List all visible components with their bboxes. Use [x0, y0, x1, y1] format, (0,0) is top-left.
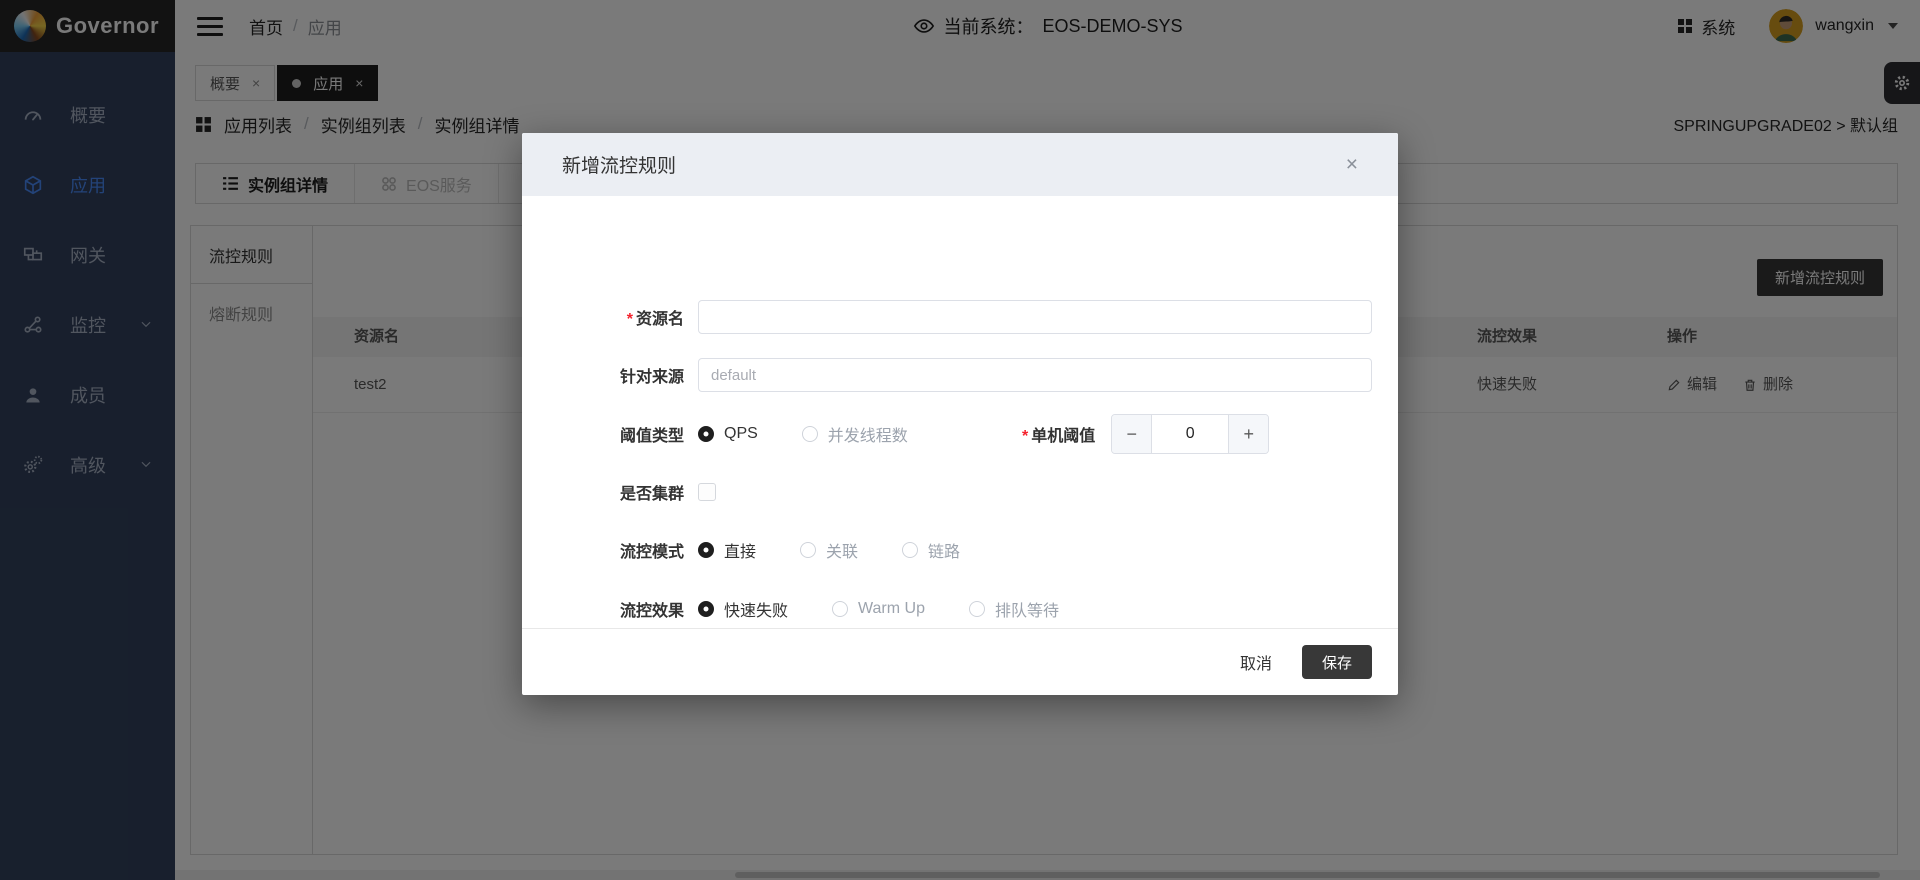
radio-option-queue-wait[interactable]: 排队等待	[969, 597, 1059, 621]
flow-mode-options: 直接 关联 链路	[698, 538, 960, 562]
stepper-value[interactable]: 0	[1152, 415, 1228, 453]
cluster-label: 是否集群	[522, 480, 684, 504]
cluster-row: 是否集群	[522, 482, 1372, 502]
single-threshold-label: *单机阈值	[1022, 422, 1095, 446]
flow-mode-label: 流控模式	[522, 538, 684, 562]
radio-option-threads[interactable]: 并发线程数	[802, 422, 908, 446]
stepper-plus-button[interactable]: +	[1228, 415, 1268, 453]
quantity-stepper: − 0 +	[1111, 414, 1269, 454]
radio-option-label: 排队等待	[995, 597, 1059, 621]
source-label: 针对来源	[522, 363, 684, 387]
radio-option-fast-fail[interactable]: 快速失败	[698, 597, 788, 621]
radio-selected-icon[interactable]	[698, 426, 714, 442]
radio-option-chain[interactable]: 链路	[902, 538, 960, 562]
required-asterisk: *	[627, 311, 633, 328]
save-button[interactable]: 保存	[1302, 645, 1372, 679]
cluster-checkbox[interactable]	[698, 483, 716, 501]
radio-option-direct[interactable]: 直接	[698, 538, 756, 562]
close-icon[interactable]: ×	[1346, 154, 1358, 175]
radio-option-label: 链路	[928, 538, 960, 562]
threshold-type-options: QPS 并发线程数	[698, 422, 908, 446]
flow-effect-label: 流控效果	[522, 597, 684, 621]
radio-option-qps[interactable]: QPS	[698, 425, 758, 443]
radio-option-label: 并发线程数	[828, 422, 908, 446]
source-input[interactable]	[698, 358, 1372, 392]
add-flow-rule-modal: 新增流控规则 × *资源名 针对来源 阈值类型 QPS 并发线程数	[522, 133, 1398, 695]
modal-footer: 取消 保存	[522, 628, 1398, 695]
resource-name-input[interactable]	[698, 300, 1372, 334]
radio-icon[interactable]	[902, 542, 918, 558]
flow-mode-row: 流控模式 直接 关联 链路	[522, 540, 1372, 560]
radio-selected-icon[interactable]	[698, 601, 714, 617]
radio-icon[interactable]	[969, 601, 985, 617]
source-row: 针对来源	[522, 358, 1372, 392]
single-threshold-group: *单机阈值 − 0 +	[1022, 414, 1269, 454]
radio-option-warm-up[interactable]: Warm Up	[832, 600, 925, 618]
resource-name-label: *资源名	[522, 305, 684, 329]
required-asterisk: *	[1022, 428, 1028, 445]
radio-option-label: Warm Up	[858, 600, 925, 618]
radio-icon[interactable]	[832, 601, 848, 617]
modal-header: 新增流控规则 ×	[522, 133, 1398, 196]
radio-selected-icon[interactable]	[698, 542, 714, 558]
threshold-type-label: 阈值类型	[522, 422, 684, 446]
radio-option-label: 快速失败	[724, 597, 788, 621]
modal-title: 新增流控规则	[562, 151, 676, 178]
stepper-minus-button[interactable]: −	[1112, 415, 1152, 453]
radio-icon[interactable]	[802, 426, 818, 442]
radio-icon[interactable]	[800, 542, 816, 558]
radio-option-label: 直接	[724, 538, 756, 562]
radio-option-label: QPS	[724, 425, 758, 443]
flow-effect-options: 快速失败 Warm Up 排队等待	[698, 597, 1059, 621]
cancel-button[interactable]: 取消	[1240, 650, 1272, 674]
radio-option-label: 关联	[826, 538, 858, 562]
radio-option-related[interactable]: 关联	[800, 538, 858, 562]
resource-name-row: *资源名	[522, 300, 1372, 334]
flow-effect-row: 流控效果 快速失败 Warm Up 排队等待	[522, 599, 1372, 619]
threshold-type-row: 阈值类型 QPS 并发线程数 *单机阈值 − 0 +	[522, 414, 1372, 454]
